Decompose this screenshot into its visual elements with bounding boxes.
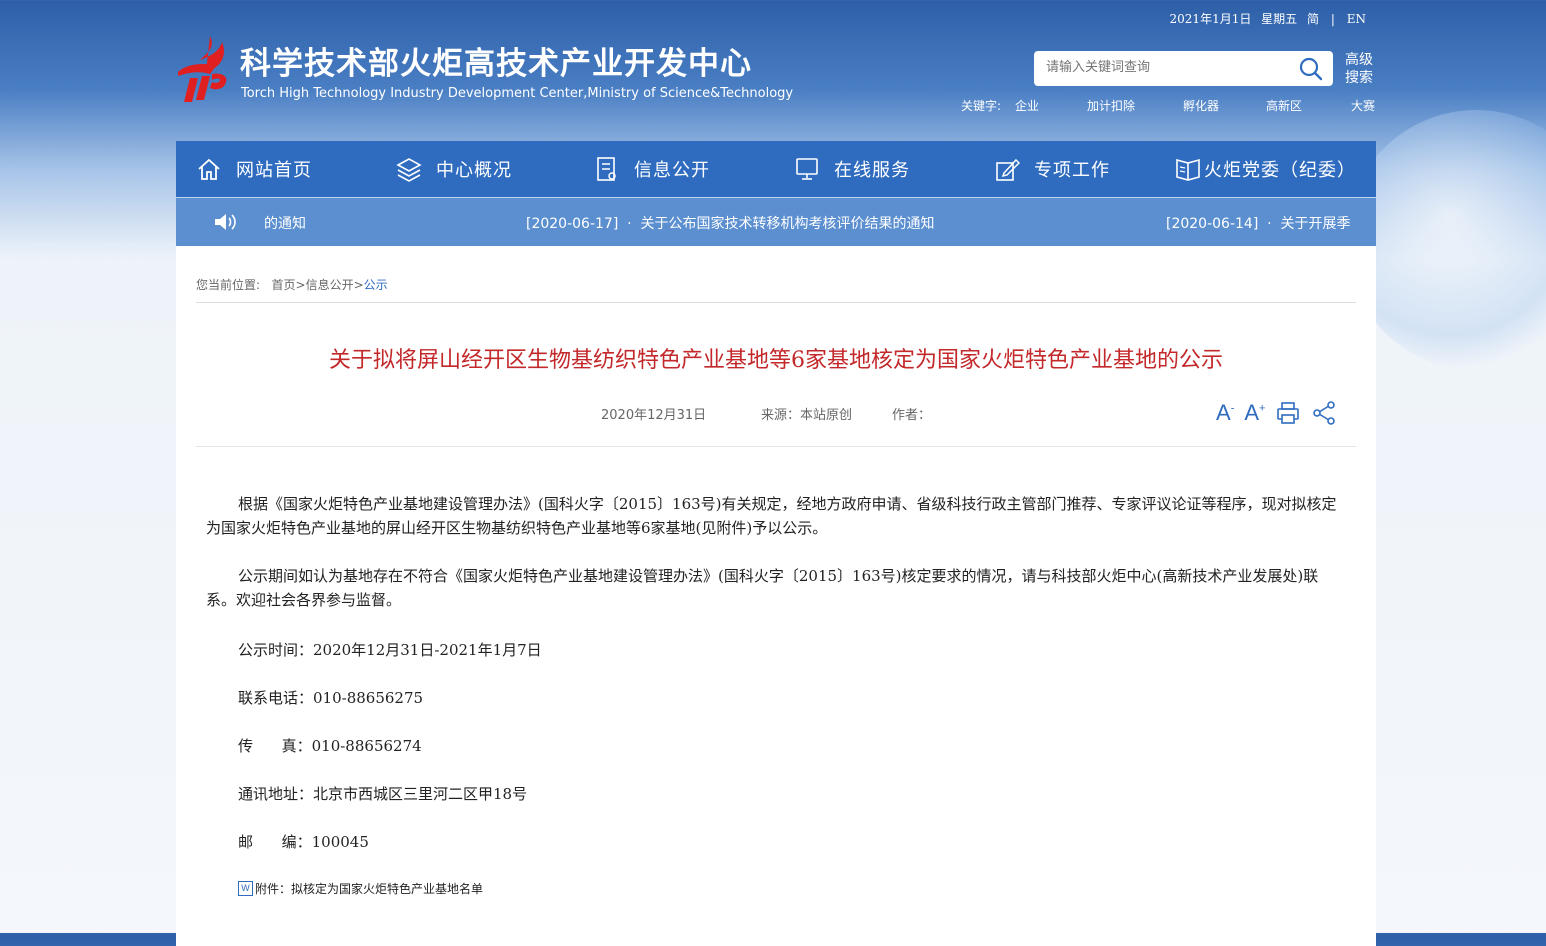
top-bar: 2021年1月1日 星期五 简 | EN	[1164, 10, 1366, 27]
breadcrumb-separator: >	[295, 278, 306, 292]
search-icon[interactable]	[1299, 57, 1323, 81]
nav-item-info[interactable]: 信息公开	[594, 141, 710, 197]
site-subtitle: Torch High Technology Industry Developme…	[241, 86, 794, 101]
lang-english-link[interactable]: EN	[1347, 12, 1366, 26]
keyword-link[interactable]: 大赛	[1351, 97, 1375, 114]
torch-logo-icon[interactable]	[176, 34, 232, 104]
search-box	[1034, 51, 1333, 86]
current-weekday: 星期五	[1261, 12, 1298, 26]
monitor-icon	[796, 158, 818, 180]
advanced-search-link[interactable]: 高级搜索	[1345, 51, 1375, 87]
notice-item[interactable]: [2020-06-14] · 关于开展季	[1166, 213, 1351, 233]
notice-ticker: 的通知 [2020-06-17] · 关于公布国家技术转移机构考核评价结果的通知…	[176, 198, 1376, 246]
article-source: 来源：本站原创	[761, 408, 853, 423]
font-increase-button[interactable]: A+	[1244, 402, 1265, 424]
nav-item-label: 中心概况	[436, 160, 512, 181]
divider	[196, 446, 1356, 447]
main-nav: 网站首页 中心概况 信息公开 在线服务 专项工作 火炬党委（纪委）	[176, 141, 1376, 197]
breadcrumb-home-link[interactable]: 首页	[272, 278, 296, 292]
nav-item-label: 网站首页	[236, 160, 312, 181]
nav-item-label: 信息公开	[634, 160, 710, 181]
edit-icon	[996, 158, 1020, 181]
breadcrumb-section-link[interactable]: 信息公开	[306, 278, 354, 292]
nav-item-party[interactable]: 火炬党委（纪委）	[1174, 141, 1356, 197]
print-icon[interactable]	[1275, 400, 1301, 426]
attachment-link[interactable]: W 附件：拟核定为国家火炬特色产业基地名单	[238, 880, 483, 897]
divider	[196, 302, 1356, 303]
breadcrumb: 您当前位置: 首页>信息公开>公示	[196, 276, 388, 293]
article-author: 作者：	[892, 408, 932, 423]
nav-item-special[interactable]: 专项工作	[994, 141, 1110, 197]
keyword-link[interactable]: 孵化器	[1183, 97, 1219, 114]
article-title: 关于拟将屏山经开区生物基纺织特色产业基地等6家基地核定为国家火炬特色产业基地的公…	[328, 348, 1223, 373]
keywords-label: 关键字:	[961, 99, 1002, 113]
nav-item-home[interactable]: 网站首页	[196, 141, 312, 197]
article-paragraph: 根据《国家火炬特色产业基地建设管理办法》(国科火字〔2015〕163号)有关规定…	[206, 495, 1337, 537]
document-icon	[597, 157, 616, 181]
nav-item-label: 火炬党委（纪委）	[1204, 160, 1356, 181]
nav-item-label: 专项工作	[1034, 160, 1110, 181]
speaker-icon	[215, 214, 236, 230]
background-globe-decoration	[1346, 110, 1546, 370]
article-tools: A- A+	[1216, 398, 1347, 428]
lang-simplified-link[interactable]: 简	[1307, 12, 1319, 26]
layers-icon	[396, 158, 422, 182]
font-decrease-button[interactable]: A-	[1216, 402, 1234, 424]
home-icon	[198, 158, 220, 180]
notice-period: 公示时间：2020年12月31日-2021年1月7日	[238, 641, 542, 659]
font-decrease-sign: -	[1230, 402, 1235, 415]
font-increase-sign: +	[1259, 402, 1266, 415]
keyword-link[interactable]: 加计扣除	[1087, 97, 1135, 114]
nav-item-services[interactable]: 在线服务	[794, 141, 910, 197]
share-icon[interactable]	[1311, 400, 1337, 426]
attachment-label: 附件：拟核定为国家火炬特色产业基地名单	[255, 882, 484, 896]
book-icon	[1176, 158, 1200, 181]
breadcrumb-current-link[interactable]: 公示	[364, 278, 388, 292]
contact-address: 通讯地址：北京市西城区三里河二区甲18号	[238, 785, 528, 803]
font-increase-glyph: A	[1244, 400, 1260, 425]
search-input[interactable]	[1044, 59, 1288, 76]
site-title[interactable]: 科学技术部火炬高技术产业开发中心	[240, 38, 752, 83]
notice-item[interactable]: 的通知	[264, 213, 306, 233]
keyword-link[interactable]: 高新区	[1266, 97, 1302, 114]
current-date: 2021年1月1日	[1169, 12, 1252, 26]
word-document-icon: W	[238, 881, 253, 896]
contact-fax: 传 真：010-88656274	[238, 737, 422, 755]
contact-postcode: 邮 编：100045	[238, 833, 369, 851]
article-panel: 您当前位置: 首页>信息公开>公示 关于拟将屏山经开区生物基纺织特色产业基地等6…	[176, 246, 1376, 946]
article-date: 2020年12月31日	[601, 408, 707, 423]
breadcrumb-label: 您当前位置:	[196, 278, 261, 292]
keyword-link[interactable]: 企业	[1015, 97, 1039, 114]
contact-phone: 联系电话：010-88656275	[238, 689, 424, 707]
nav-item-about[interactable]: 中心概况	[396, 141, 512, 197]
lang-separator: |	[1330, 12, 1335, 26]
font-decrease-glyph: A	[1216, 400, 1231, 425]
article-paragraph: 公示期间如认为基地存在不符合《国家火炬特色产业基地建设管理办法》(国科火字〔20…	[206, 567, 1319, 609]
breadcrumb-separator: >	[353, 278, 364, 292]
nav-item-label: 在线服务	[834, 160, 910, 181]
notice-item[interactable]: [2020-06-17] · 关于公布国家技术转移机构考核评价结果的通知	[526, 213, 935, 233]
